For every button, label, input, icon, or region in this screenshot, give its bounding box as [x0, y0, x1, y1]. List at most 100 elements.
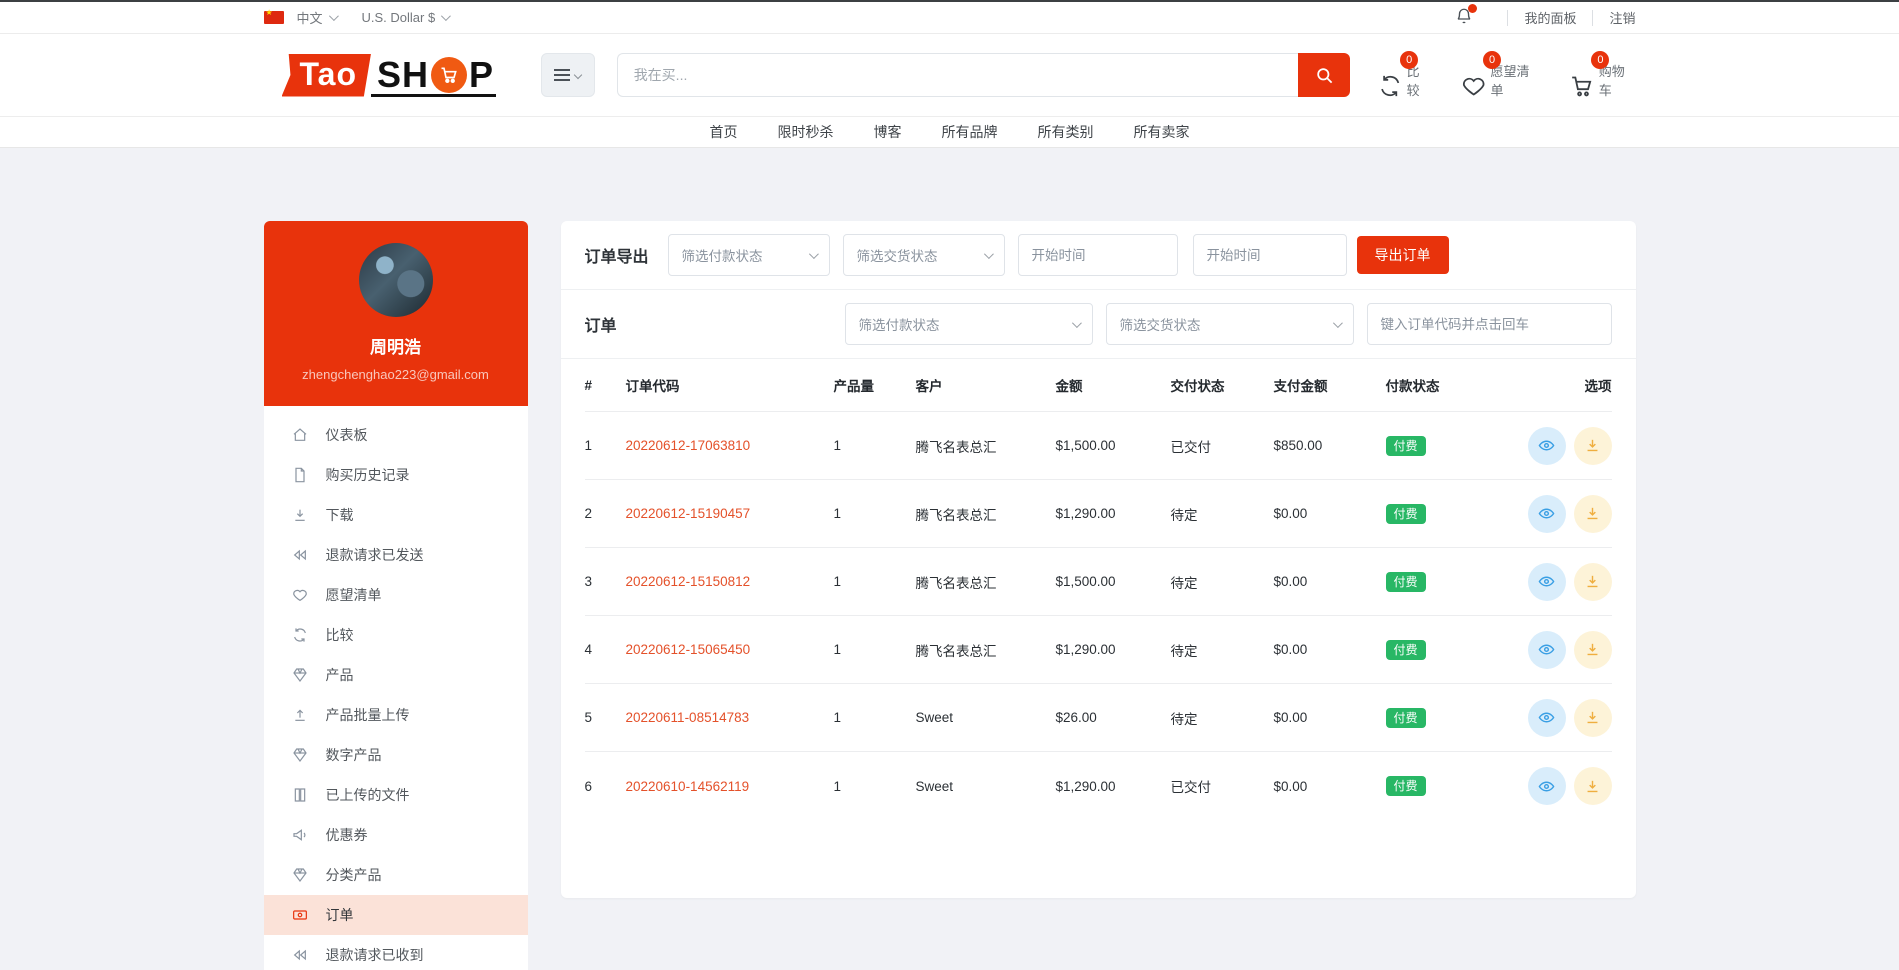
order-code-link[interactable]: 20220612-15190457: [626, 506, 751, 521]
orders-panel: 订单导出 筛选付款状态 筛选交货状态 导出订单 订单 筛选付款状态 筛选交货状态: [561, 221, 1636, 898]
avatar[interactable]: [359, 243, 433, 317]
orders-delivery-status-select[interactable]: 筛选交货状态: [1106, 303, 1354, 345]
sidebar-item-orders[interactable]: 订单: [264, 895, 528, 935]
view-order-button[interactable]: [1528, 427, 1566, 465]
nav-all-sellers[interactable]: 所有卖家: [1134, 122, 1190, 142]
order-code-link[interactable]: 20220612-15065450: [626, 642, 751, 657]
download-invoice-button[interactable]: [1574, 767, 1612, 805]
sidebar-item-bulk-upload[interactable]: 产品批量上传: [264, 695, 528, 735]
export-end-time-input[interactable]: [1193, 234, 1347, 276]
sidebar-item-downloads[interactable]: 下载: [264, 495, 528, 535]
header: Tao SH P: [0, 34, 1899, 116]
logo-sh-text: SH: [377, 57, 429, 93]
view-order-button[interactable]: [1528, 495, 1566, 533]
sidebar-item-purchase-history[interactable]: 购买历史记录: [264, 455, 528, 495]
compare-button[interactable]: 0 比较: [1378, 51, 1431, 99]
compare-icon: [1378, 73, 1402, 99]
cart-button[interactable]: 0 购物车: [1569, 51, 1635, 99]
download-invoice-button[interactable]: [1574, 563, 1612, 601]
sidebar-menu: 仪表板 购买历史记录 下载 退款请求已发送 愿望清单 比较: [264, 406, 528, 970]
nav-all-brands[interactable]: 所有品牌: [942, 122, 998, 142]
order-code-search-input[interactable]: [1367, 303, 1612, 345]
sidebar-item-products[interactable]: 产品: [264, 655, 528, 695]
chevron-down-icon: [808, 249, 818, 259]
heart-icon: [292, 587, 308, 603]
sidebar-item-refund-sent[interactable]: 退款请求已发送: [264, 535, 528, 575]
download-icon: [1584, 437, 1601, 454]
download-invoice-button[interactable]: [1574, 495, 1612, 533]
divider: [1507, 10, 1508, 26]
view-order-button[interactable]: [1528, 631, 1566, 669]
nav-flash-sale[interactable]: 限时秒杀: [778, 122, 834, 142]
sidebar-item-compare[interactable]: 比较: [264, 615, 528, 655]
cart-icon: [1569, 73, 1594, 99]
chevron-down-icon: [1071, 318, 1081, 328]
download-icon: [1584, 641, 1601, 658]
export-orders-button[interactable]: 导出订单: [1357, 236, 1449, 274]
nav-home[interactable]: 首页: [710, 122, 738, 142]
my-panel-link[interactable]: 我的面板: [1524, 8, 1576, 27]
hamburger-icon: [554, 69, 570, 81]
currency-label: U.S. Dollar $: [362, 10, 436, 25]
orders-payment-status-select[interactable]: 筛选付款状态: [845, 303, 1093, 345]
export-payment-status-select[interactable]: 筛选付款状态: [668, 234, 830, 276]
export-start-time-input[interactable]: [1018, 234, 1178, 276]
sidebar-item-refund-received[interactable]: 退款请求已收到: [264, 935, 528, 970]
sidebar-item-wishlist[interactable]: 愿望清单: [264, 575, 528, 615]
payment-status-badge: 付费: [1386, 776, 1426, 796]
gem-icon: [292, 867, 308, 883]
profile-email: zhengchenghao223@gmail.com: [274, 367, 518, 382]
refresh-icon: [292, 627, 308, 643]
sidebar-item-uploaded-files[interactable]: 已上传的文件: [264, 775, 528, 815]
wishlist-button[interactable]: 0 愿望清单: [1461, 51, 1539, 99]
view-order-button[interactable]: [1528, 767, 1566, 805]
orders-filter-section: 订单 筛选付款状态 筛选交货状态: [561, 290, 1636, 359]
categories-menu-button[interactable]: [541, 53, 595, 97]
logout-link[interactable]: 注销: [1609, 8, 1635, 27]
eye-icon: [1538, 641, 1555, 658]
export-delivery-status-select[interactable]: 筛选交货状态: [843, 234, 1005, 276]
main-nav: 首页 限时秒杀 博客 所有品牌 所有类别 所有卖家: [0, 116, 1899, 148]
topbar: 中文 U.S. Dollar $ 我的面板 注销: [0, 2, 1899, 34]
profile-name: 周明浩: [274, 333, 518, 358]
view-order-button[interactable]: [1528, 563, 1566, 601]
order-code-link[interactable]: 20220612-17063810: [626, 438, 751, 453]
table-row: 1 20220612-17063810 1 腾飞名表总汇 $1,500.00 已…: [585, 412, 1612, 480]
download-icon: [1584, 573, 1601, 590]
search-button[interactable]: [1298, 53, 1350, 97]
download-icon: [292, 507, 308, 523]
megaphone-icon: [292, 827, 308, 843]
sidebar-item-dashboard[interactable]: 仪表板: [264, 415, 528, 455]
rewind-icon: [292, 547, 308, 563]
shop-logo[interactable]: Tao SH P: [282, 54, 497, 97]
chevron-down-icon: [983, 249, 993, 259]
search-input[interactable]: [617, 53, 1299, 97]
view-order-button[interactable]: [1528, 699, 1566, 737]
heart-icon: [1461, 73, 1486, 99]
chevron-down-icon: [441, 11, 451, 21]
order-code-link[interactable]: 20220610-14562119: [626, 779, 750, 794]
sidebar-item-digital-products[interactable]: 数字产品: [264, 735, 528, 775]
currency-selector[interactable]: U.S. Dollar $: [362, 10, 449, 25]
language-selector[interactable]: 中文: [264, 8, 336, 27]
order-code-link[interactable]: 20220612-15150812: [626, 574, 751, 589]
download-invoice-button[interactable]: [1574, 427, 1612, 465]
profile-card: 周明浩 zhengchenghao223@gmail.com: [264, 221, 528, 406]
chevron-down-icon: [1332, 318, 1342, 328]
sidebar-item-coupons[interactable]: 优惠券: [264, 815, 528, 855]
chevron-down-icon: [574, 71, 582, 79]
nav-blog[interactable]: 博客: [874, 122, 902, 142]
eye-icon: [1538, 709, 1555, 726]
sidebar-item-classified-products[interactable]: 分类产品: [264, 855, 528, 895]
download-icon: [1584, 778, 1601, 795]
logo-p-text: P: [469, 57, 494, 93]
download-invoice-button[interactable]: [1574, 631, 1612, 669]
table-row: 3 20220612-15150812 1 腾飞名表总汇 $1,500.00 待…: [585, 548, 1612, 616]
download-invoice-button[interactable]: [1574, 699, 1612, 737]
order-code-link[interactable]: 20220611-08514783: [626, 710, 750, 725]
notifications-button[interactable]: [1455, 7, 1473, 28]
nav-all-categories[interactable]: 所有类别: [1038, 122, 1094, 142]
payment-status-badge: 付费: [1386, 572, 1426, 592]
orders-table: # 订单代码 产品量 客户 金额 交付状态 支付金额 付款状态 选项 1 202…: [561, 359, 1636, 820]
sidebar: 周明浩 zhengchenghao223@gmail.com 仪表板 购买历史记…: [264, 221, 528, 970]
